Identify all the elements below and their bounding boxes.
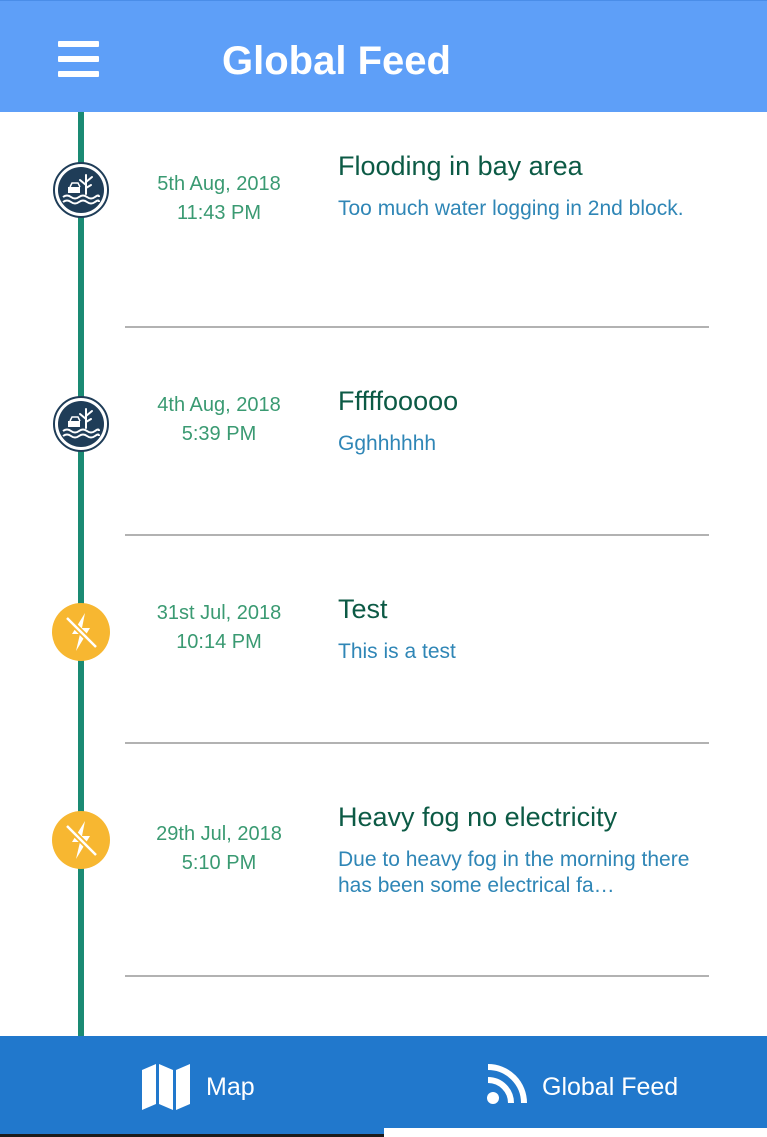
item-date: 5th Aug, 2018 11:43 PM	[130, 170, 308, 228]
item-title: Heavy fog no electricity	[338, 802, 618, 832]
feed-item[interactable]: 4th Aug, 2018 5:39 PM Fffffooooo Gghhhhh…	[0, 328, 767, 534]
map-icon	[140, 1062, 192, 1117]
hamburger-menu-icon-bar	[58, 56, 99, 62]
item-title: Fffffooooo	[338, 386, 459, 416]
item-date: 4th Aug, 2018 5:39 PM	[130, 391, 308, 449]
item-description: Too much water logging in 2nd block.	[338, 197, 684, 220]
active-tab-indicator	[384, 1128, 767, 1137]
tab-map[interactable]: Map	[0, 1036, 384, 1137]
tab-map-label: Map	[206, 1073, 255, 1101]
app-screen: Global Feed 5th Aug, 2018 11:43 PM Flood…	[0, 0, 767, 1137]
item-description: Gghhhhhh	[338, 432, 437, 455]
app-header: Global Feed	[0, 0, 767, 112]
feed-list[interactable]: 5th Aug, 2018 11:43 PM Flooding in bay a…	[0, 112, 767, 1036]
item-divider	[125, 975, 709, 977]
no-electricity-icon	[52, 811, 110, 869]
no-electricity-icon	[52, 603, 110, 661]
item-time-text: 11:43 PM	[176, 202, 262, 224]
item-date-text: 5th Aug, 2018	[157, 173, 281, 195]
page-title: Global Feed	[222, 39, 451, 83]
item-time-text: 5:39 PM	[181, 423, 257, 445]
item-date-text: 29th Jul, 2018	[156, 823, 282, 845]
item-date-text: 31st Jul, 2018	[156, 602, 282, 624]
item-time-text: 5:10 PM	[181, 852, 257, 874]
hamburger-menu-icon-bar	[58, 71, 99, 77]
item-date-text: 4th Aug, 2018	[157, 394, 281, 416]
menu-button[interactable]	[52, 37, 106, 81]
item-title: Test	[338, 594, 388, 624]
feed-item[interactable]: 31st Jul, 2018 10:14 PM Test This is a t…	[0, 536, 767, 742]
feed-item[interactable]: 29th Jul, 2018 5:10 PM Heavy fog no elec…	[0, 744, 767, 976]
feed-item[interactable]: 5th Aug, 2018 11:43 PM Flooding in bay a…	[0, 112, 767, 327]
item-description: This is a test	[338, 640, 456, 663]
item-time-text: 10:14 PM	[176, 631, 262, 653]
item-description: Due to heavy fog in the morning there ha…	[338, 848, 690, 897]
hamburger-menu-icon	[58, 41, 99, 47]
rss-feed-icon	[486, 1063, 528, 1110]
item-date: 29th Jul, 2018 5:10 PM	[130, 820, 308, 878]
flood-icon	[52, 161, 110, 219]
flood-icon	[52, 395, 110, 453]
tab-global-feed-label: Global Feed	[542, 1073, 679, 1101]
item-title: Flooding in bay area	[338, 151, 583, 181]
bottom-nav: Map Global Feed	[0, 1036, 767, 1137]
tab-global-feed[interactable]: Global Feed	[384, 1036, 767, 1137]
item-date: 31st Jul, 2018 10:14 PM	[130, 599, 308, 657]
